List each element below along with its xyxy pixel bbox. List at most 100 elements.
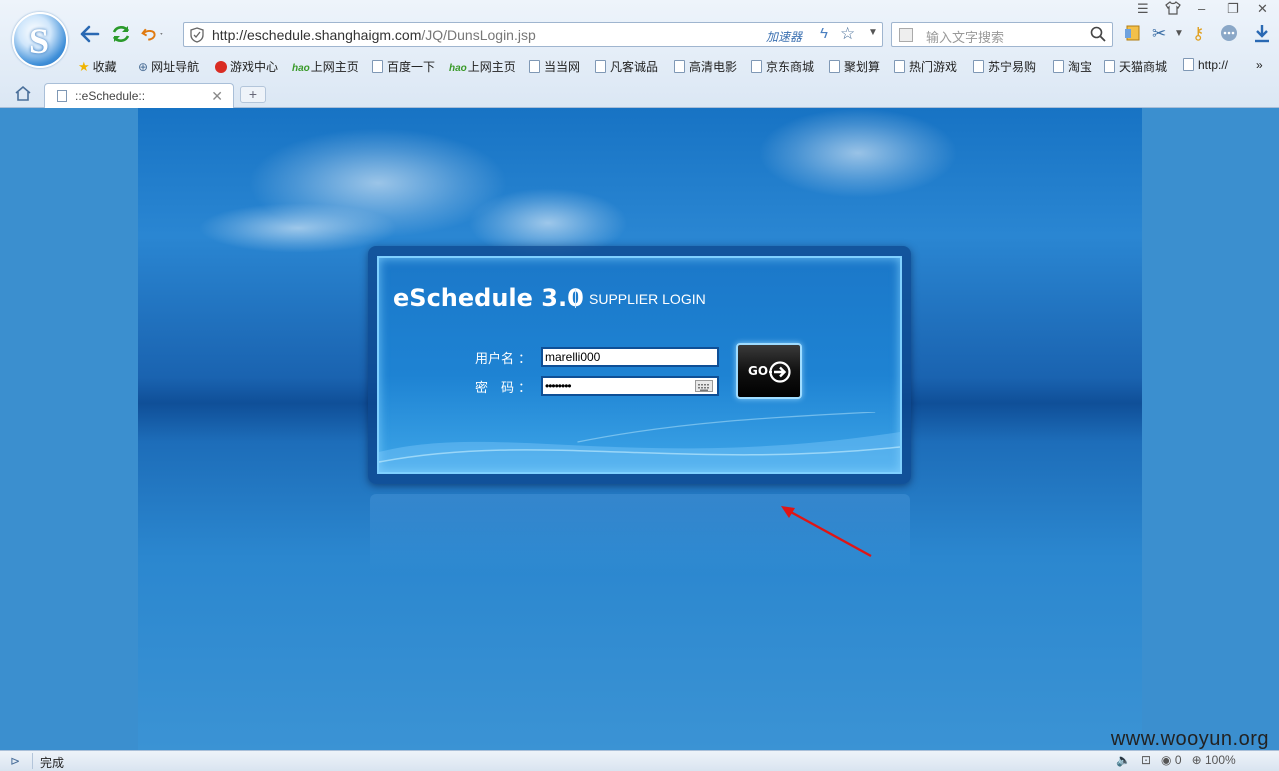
game-icon <box>215 61 227 73</box>
bookmark-item[interactable]: 百度一下 <box>372 58 435 75</box>
zoom-level[interactable]: 100% <box>1205 753 1236 767</box>
page-icon <box>894 60 905 73</box>
search-engine-icon[interactable] <box>899 28 913 42</box>
favorite-star-icon[interactable]: ☆ <box>840 24 855 44</box>
new-tab-button[interactable]: + <box>240 86 266 103</box>
zoom-icon[interactable]: ⊕ <box>1192 753 1202 767</box>
bookmark-label: 凡客诚品 <box>610 60 659 74</box>
speaker-icon[interactable]: 🔈 <box>1116 753 1131 767</box>
lightning-icon[interactable]: ϟ <box>820 25 828 42</box>
bookmark-item[interactable]: 凡客诚品 <box>595 58 658 75</box>
url-text[interactable]: http://eschedule.shanghaigm.com/JQ/DunsL… <box>212 27 536 43</box>
bookmark-label: 热门游戏 <box>909 60 958 74</box>
bookmark-label: 游戏中心 <box>230 60 279 74</box>
cloud-decoration <box>198 203 398 253</box>
keyboard-icon[interactable] <box>695 380 713 392</box>
skin-icon[interactable] <box>1165 1 1181 18</box>
browser-toolbar: S http://eschedule.shanghaigm.com/JQ/Dun… <box>0 0 1279 108</box>
ad-block-count: 0 <box>1174 753 1182 767</box>
page-icon <box>829 60 840 73</box>
page-icon <box>674 60 685 73</box>
restore-icon[interactable]: ❐ <box>1227 1 1239 17</box>
download-icon[interactable] <box>1253 24 1271 49</box>
page-icon <box>57 90 67 102</box>
tab-close-icon[interactable]: ✕ <box>211 88 223 105</box>
cloud-decoration <box>758 108 958 198</box>
bookmark-item[interactable]: 苏宁易购 <box>973 58 1036 75</box>
close-icon[interactable]: ✕ <box>1257 1 1268 17</box>
wave-decoration <box>379 412 900 472</box>
bookmark-item[interactable]: 热门游戏 <box>894 58 957 75</box>
more-icon[interactable] <box>1220 24 1238 47</box>
page-icon <box>1183 58 1194 71</box>
login-subtitle: SUPPLIER LOGIN <box>589 291 706 307</box>
globe-icon: ⊕ <box>138 60 149 74</box>
back-icon[interactable] <box>78 22 102 46</box>
bookmark-item[interactable]: 京东商城 <box>751 58 814 75</box>
tab-title: ::eSchedule:: <box>75 89 146 103</box>
tab-eschedule[interactable]: ::eSchedule:: ✕ <box>44 83 234 108</box>
search-input[interactable]: 输入文字搜索 <box>926 27 1004 46</box>
accelerator-label[interactable]: 加速器 <box>766 28 802 45</box>
home-icon[interactable] <box>14 85 32 106</box>
sidebar-icon[interactable] <box>1124 24 1142 47</box>
watermark: www.wooyun.org <box>1110 728 1269 750</box>
status-bar: ⊳ 完成 🔈 ⊡ ◉ 0 ⊕ 100% <box>0 750 1279 771</box>
download-status-icon[interactable]: ⊡ <box>1141 753 1151 767</box>
ad-block-icon[interactable]: ◉ <box>1161 753 1171 767</box>
browser-logo-icon[interactable]: S <box>12 12 68 68</box>
go-login-button[interactable]: GO <box>736 343 802 399</box>
red-arrow-annotation <box>781 506 872 558</box>
search-box[interactable]: 输入文字搜索 <box>891 22 1113 47</box>
bookmarks-bar: ★ 收藏 ⊕ 网址导航 游戏中心 hao上网主页 百度一下 hao上网主页 当当网 凡客诚品 高清电… <box>78 56 1278 76</box>
sidebar-toggle-icon[interactable]: ⊳ <box>10 754 20 768</box>
bookmark-item[interactable]: 当当网 <box>529 58 580 75</box>
more-bookmarks-icon[interactable]: » <box>1256 58 1263 72</box>
bookmark-label: 当当网 <box>544 60 581 74</box>
security-shield-icon <box>190 27 204 46</box>
password-mask: •••••••• <box>545 379 572 393</box>
bookmark-item[interactable]: 聚划算 <box>829 58 880 75</box>
password-label: 密 码 ： <box>475 381 532 396</box>
page-icon <box>751 60 762 73</box>
status-text: 完成 <box>40 756 65 770</box>
address-bar[interactable]: http://eschedule.shanghaigm.com/JQ/DunsL… <box>183 22 883 47</box>
refresh-icon[interactable] <box>109 22 133 46</box>
bookmark-item[interactable]: ⊕ 网址导航 <box>138 58 199 75</box>
title-divider <box>575 288 576 308</box>
scissors-dropdown-icon[interactable]: ▼ <box>1174 28 1184 39</box>
bookmark-label: http:// <box>1198 58 1229 72</box>
bookmark-item[interactable]: hao上网主页 <box>292 58 359 75</box>
bookmark-item[interactable]: 淘宝 <box>1053 58 1092 75</box>
bookmark-label: 聚划算 <box>844 60 881 74</box>
undo-close-icon[interactable] <box>141 22 165 46</box>
password-field[interactable]: •••••••• <box>541 376 719 396</box>
page-icon <box>529 60 540 73</box>
hao-icon: hao <box>449 63 467 74</box>
scissors-icon[interactable]: ✂ <box>1152 24 1166 44</box>
bookmark-label: 京东商城 <box>766 60 815 74</box>
page-icon <box>595 60 606 73</box>
bookmark-label: 天猫商城 <box>1119 60 1168 74</box>
page-icon <box>372 60 383 73</box>
bookmark-item[interactable]: 高清电影 <box>674 58 737 75</box>
bookmark-item[interactable]: hao上网主页 <box>449 58 516 75</box>
bookmark-item[interactable]: http:// <box>1183 58 1228 72</box>
search-icon[interactable] <box>1090 26 1106 45</box>
go-label: GO <box>748 364 769 378</box>
username-label: 用户名 ： <box>475 352 532 367</box>
minimize-icon[interactable]: – <box>1198 1 1205 16</box>
status-icons: 🔈 ⊡ ◉ 0 ⊕ 100% <box>1116 753 1236 767</box>
page-icon <box>1053 60 1064 73</box>
bookmark-label: 苏宁易购 <box>988 60 1037 74</box>
bookmark-label: 网址导航 <box>151 60 200 74</box>
chevron-down-icon[interactable]: ▼ <box>868 27 878 38</box>
username-field[interactable]: marelli000 <box>541 347 719 367</box>
bookmark-item[interactable]: 游戏中心 <box>215 58 278 75</box>
bookmark-item[interactable]: 天猫商城 <box>1104 58 1167 75</box>
key-icon[interactable]: ⚷ <box>1192 24 1204 44</box>
menu-icon[interactable]: ☰ <box>1137 1 1149 17</box>
bookmark-label: 淘宝 <box>1068 60 1093 74</box>
page-icon <box>1104 60 1115 73</box>
bookmark-item[interactable]: ★ 收藏 <box>78 58 117 75</box>
